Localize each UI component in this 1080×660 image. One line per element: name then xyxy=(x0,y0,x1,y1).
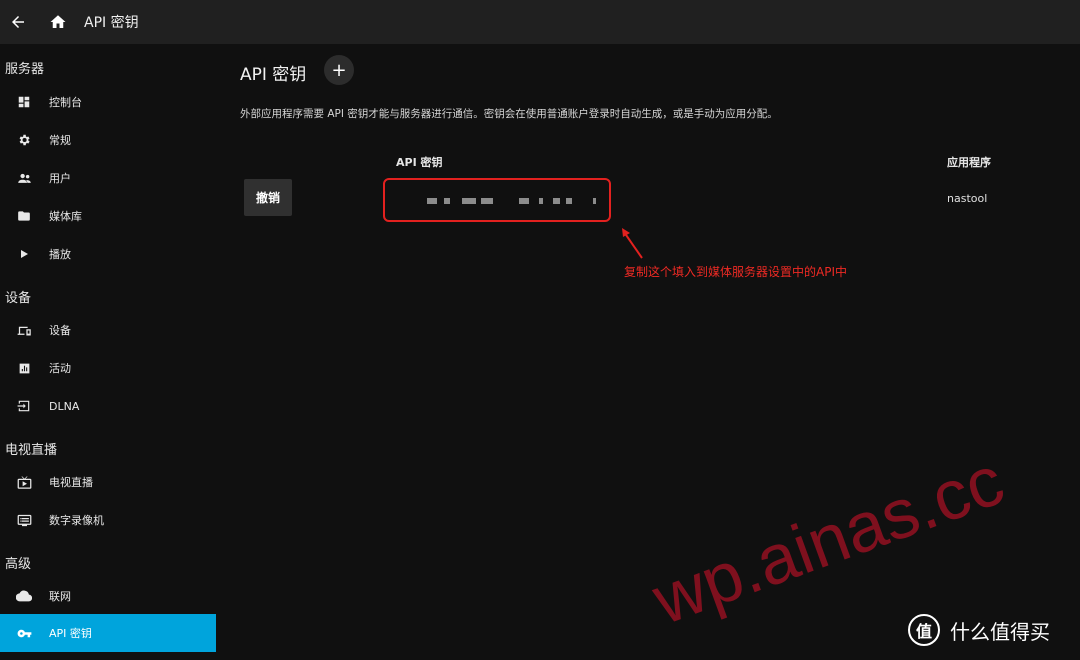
plus-icon: + xyxy=(331,59,347,81)
back-arrow-icon[interactable] xyxy=(8,12,28,32)
site-name: 什么值得买 xyxy=(950,619,1050,644)
sidebar-item-label: 用户 xyxy=(49,172,71,185)
sidebar-item-devices[interactable]: 设备 xyxy=(0,311,216,349)
add-api-key-button[interactable]: + xyxy=(324,55,354,85)
sidebar-section-livetv: 电视直播 xyxy=(5,443,58,458)
header-title: API 密钥 xyxy=(84,15,139,31)
devices-icon xyxy=(16,322,32,338)
column-header-api-key: API 密钥 xyxy=(396,156,443,169)
sidebar-item-libraries[interactable]: 媒体库 xyxy=(0,197,216,235)
column-header-app: 应用程序 xyxy=(947,156,991,169)
sidebar-item-label: 电视直播 xyxy=(49,476,93,489)
key-icon xyxy=(16,625,32,641)
sidebar-item-label: 常规 xyxy=(49,134,71,147)
site-logo: 值 xyxy=(908,614,940,646)
dashboard-icon xyxy=(16,94,32,110)
sidebar-item-dvr[interactable]: 数字录像机 xyxy=(0,501,216,539)
folder-icon xyxy=(16,208,32,224)
users-icon xyxy=(16,170,32,186)
annotation-text: 复制这个填入到媒体服务器设置中的API中 xyxy=(624,265,847,279)
app-header: API 密钥 xyxy=(0,0,1080,44)
api-key-value-masked[interactable] xyxy=(423,195,603,207)
play-icon xyxy=(16,246,32,262)
page-description: 外部应用程序需要 API 密钥才能与服务器进行通信。密钥会在使用普通账户登录时自… xyxy=(240,108,778,120)
sidebar-item-label: 控制台 xyxy=(49,96,82,109)
sidebar-item-general[interactable]: 常规 xyxy=(0,121,216,159)
sidebar-item-networking[interactable]: 联网 xyxy=(0,577,216,615)
cloud-icon xyxy=(16,588,32,604)
sidebar-item-users[interactable]: 用户 xyxy=(0,159,216,197)
sidebar-section-devices: 设备 xyxy=(5,291,32,306)
sidebar-item-activity[interactable]: 活动 xyxy=(0,349,216,387)
sidebar-item-label: DLNA xyxy=(49,399,80,413)
sidebar-section-advanced: 高级 xyxy=(5,557,32,572)
live-tv-icon xyxy=(16,474,32,490)
api-key-highlight-box xyxy=(383,178,611,222)
sidebar-item-dashboard[interactable]: 控制台 xyxy=(0,83,216,121)
gear-icon xyxy=(16,132,32,148)
sidebar-item-label: 活动 xyxy=(49,362,71,375)
activity-chart-icon xyxy=(16,360,32,376)
revoke-button[interactable]: 撤销 xyxy=(244,179,292,216)
sidebar-item-livetv[interactable]: 电视直播 xyxy=(0,463,216,501)
sidebar-section-server: 服务器 xyxy=(5,62,45,77)
annotation-arrow xyxy=(622,228,643,259)
sidebar-item-dlna[interactable]: DLNA xyxy=(0,387,216,425)
home-icon[interactable] xyxy=(48,12,68,32)
page-title: API 密钥 xyxy=(240,65,307,85)
sidebar-item-label: 联网 xyxy=(49,590,71,603)
sidebar-item-playback[interactable]: 播放 xyxy=(0,235,216,273)
sidebar-item-api-keys[interactable]: API 密钥 xyxy=(0,614,216,652)
sidebar-item-label: API 密钥 xyxy=(49,627,92,640)
dvr-icon xyxy=(16,512,32,528)
sidebar-item-label: 设备 xyxy=(49,324,71,337)
sidebar-item-label: 媒体库 xyxy=(49,210,82,223)
app-name-cell: nastool xyxy=(947,192,988,205)
site-badge: 值 什么值得买 xyxy=(908,614,1050,646)
input-icon xyxy=(16,398,32,414)
sidebar: 服务器 控制台 常规 用户 媒体库 播放 设备 设备 活动 DLNA 电视直播 … xyxy=(0,44,216,660)
sidebar-item-label: 数字录像机 xyxy=(49,514,104,527)
sidebar-item-label: 播放 xyxy=(49,248,71,261)
